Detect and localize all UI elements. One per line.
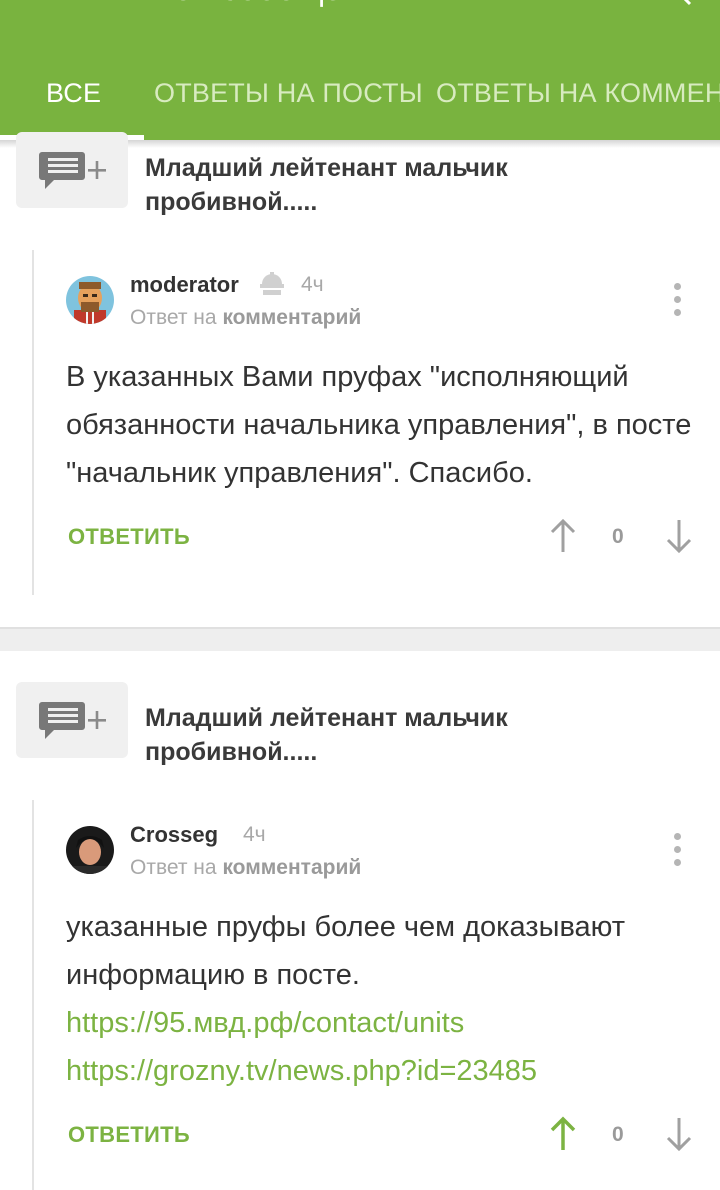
reply-to[interactable]: Ответ на комментарий bbox=[130, 306, 361, 330]
thread-divider bbox=[0, 627, 720, 651]
username[interactable]: moderator bbox=[130, 272, 239, 298]
reply-prefix: Ответ на bbox=[130, 306, 217, 329]
tab-comment-replies[interactable]: ОТВЕТЫ НА КОММЕН bbox=[436, 78, 720, 109]
comment-body: указанные пруфы более чем доказывают инф… bbox=[66, 911, 626, 991]
reply-button[interactable]: ОТВЕТИТЬ bbox=[68, 1122, 190, 1148]
more-options-icon[interactable] bbox=[670, 283, 686, 317]
moderator-badge-icon bbox=[260, 272, 284, 295]
comment-body: В указанных Вами пруфах "исполняющий обя… bbox=[66, 361, 692, 489]
reply-target-link[interactable]: комментарий bbox=[222, 856, 361, 879]
downvote-arrow-icon[interactable] bbox=[664, 1116, 694, 1152]
page-title: Мои сообщения bbox=[145, 0, 398, 9]
post-title[interactable]: Младший лейтенант мальчик пробивной..... bbox=[145, 151, 615, 219]
comment-time: 4ч bbox=[243, 823, 266, 846]
reply-button[interactable]: ОТВЕТИТЬ bbox=[68, 524, 190, 550]
username[interactable]: Crosseg bbox=[130, 822, 218, 848]
thread-line bbox=[32, 250, 34, 595]
comment-text: указанные пруфы более чем доказывают инф… bbox=[66, 903, 706, 1095]
tab-post-replies[interactable]: ОТВЕТЫ НА ПОСТЫ bbox=[154, 78, 423, 109]
post-title[interactable]: Младший лейтенант мальчик пробивной..... bbox=[145, 701, 615, 769]
comment-link[interactable]: https://grozny.tv/news.php?id=23485 bbox=[66, 1047, 706, 1095]
avatar[interactable] bbox=[66, 276, 114, 324]
comment-add-icon[interactable] bbox=[16, 132, 128, 208]
comment-link[interactable]: https://95.мвд.рф/contact/units bbox=[66, 999, 706, 1047]
upvote-arrow-icon[interactable] bbox=[548, 1116, 578, 1152]
search-icon[interactable] bbox=[662, 0, 692, 6]
reply-prefix: Ответ на bbox=[130, 856, 217, 879]
upvote-arrow-icon[interactable] bbox=[548, 518, 578, 554]
avatar[interactable] bbox=[66, 826, 114, 874]
comment-time: 4ч bbox=[301, 273, 324, 296]
comment-text: В указанных Вами пруфах "исполняющий обя… bbox=[66, 353, 706, 497]
comment-score: 0 bbox=[612, 1123, 624, 1146]
tab-all[interactable]: ВСЕ bbox=[46, 78, 101, 109]
more-options-icon[interactable] bbox=[670, 833, 686, 867]
comment-score: 0 bbox=[612, 525, 624, 548]
downvote-arrow-icon[interactable] bbox=[664, 518, 694, 554]
reply-target-link[interactable]: комментарий bbox=[222, 306, 361, 329]
comment-add-icon[interactable] bbox=[16, 682, 128, 758]
reply-to[interactable]: Ответ на комментарий bbox=[130, 856, 361, 880]
app-bar: Мои сообщения ВСЕ ОТВЕТЫ НА ПОСТЫ ОТВЕТЫ… bbox=[0, 0, 720, 140]
thread-line bbox=[32, 800, 34, 1190]
